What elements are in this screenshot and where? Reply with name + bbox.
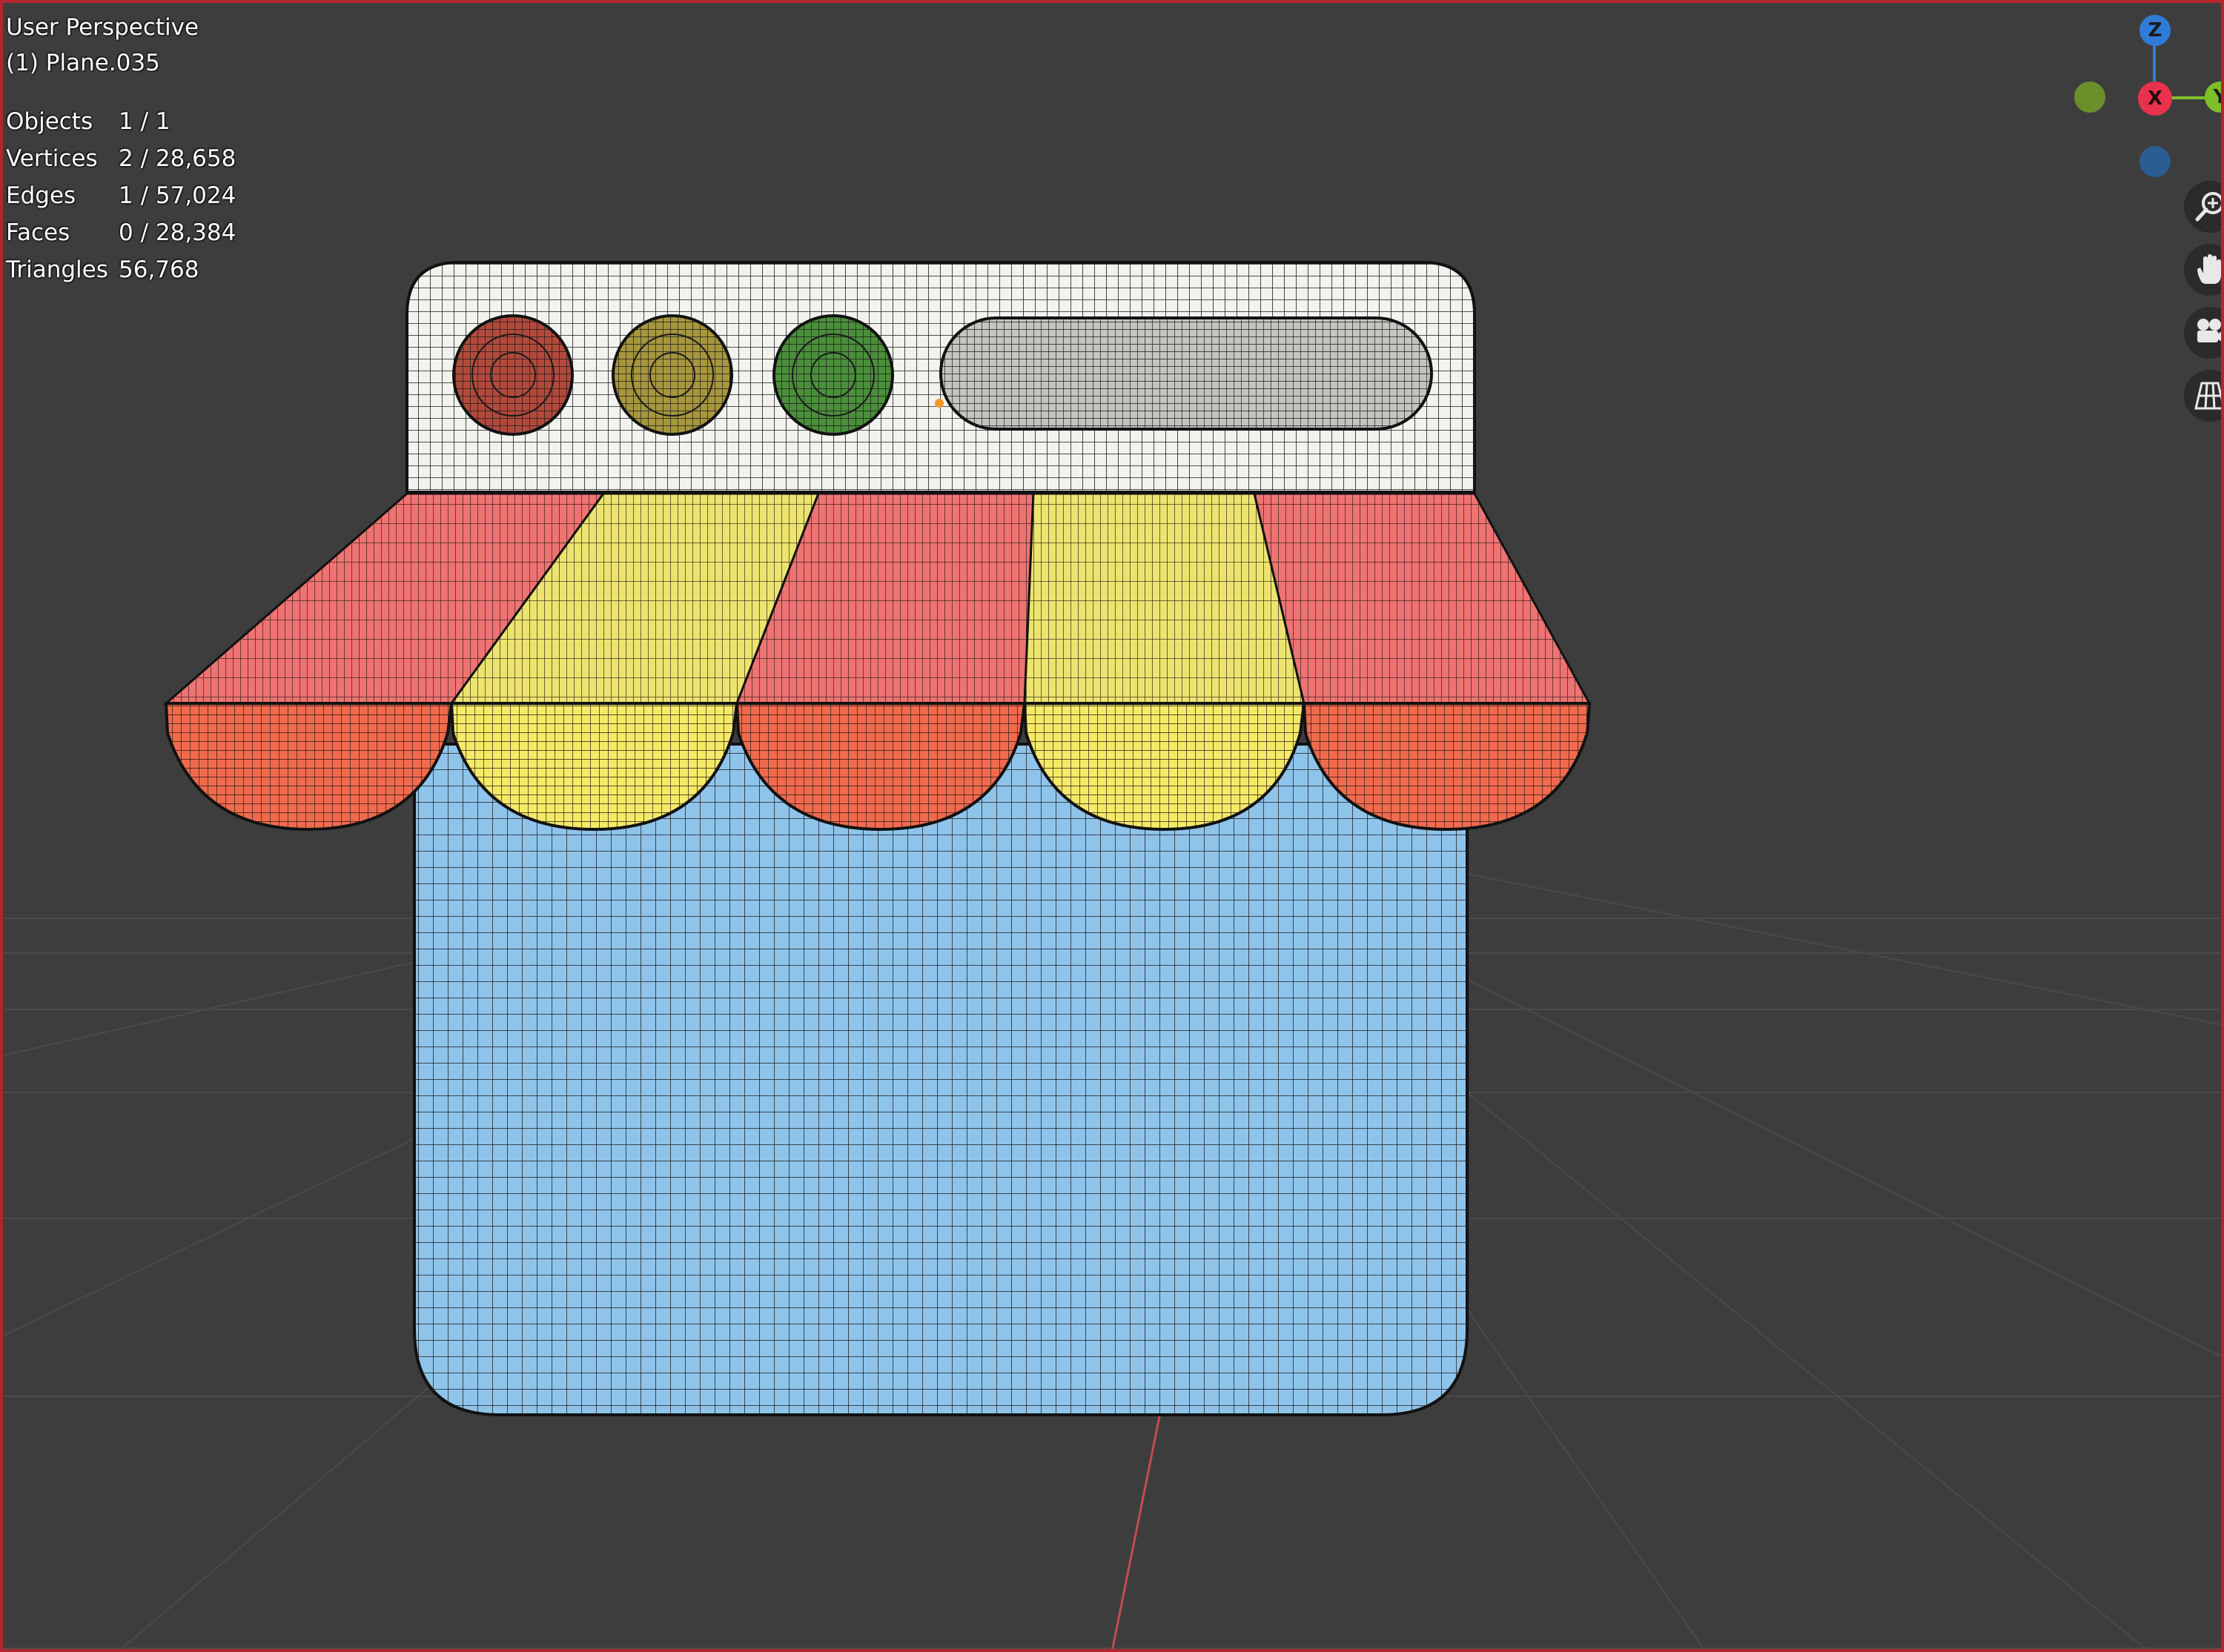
z-axis-ball[interactable]: Z bbox=[2139, 15, 2171, 46]
z-axis-label: Z bbox=[2148, 19, 2162, 42]
stat-label: Objects bbox=[6, 108, 93, 135]
stat-value: 0 / 28,384 bbox=[119, 219, 236, 246]
x-axis-label: X bbox=[2147, 87, 2163, 110]
hand-icon bbox=[2197, 254, 2221, 284]
x-axis-ball[interactable]: X bbox=[2138, 82, 2172, 116]
stat-row-triangles: Triangles 56,768 bbox=[6, 259, 302, 288]
grid-icon bbox=[2194, 382, 2221, 410]
stat-row-vertices: Vertices 2 / 28,658 bbox=[6, 147, 302, 177]
camera-icon bbox=[2197, 319, 2221, 342]
light-green-mesh[interactable] bbox=[772, 314, 894, 436]
stat-row-objects: Objects 1 / 1 bbox=[6, 110, 302, 140]
stat-row-faces: Faces 0 / 28,384 bbox=[6, 222, 302, 251]
light-yellow-mesh[interactable] bbox=[612, 314, 733, 436]
stat-label: Triangles bbox=[6, 256, 108, 283]
light-red-mesh[interactable] bbox=[452, 314, 574, 436]
stat-value: 1 / 1 bbox=[119, 108, 171, 135]
shop-body-mesh[interactable] bbox=[413, 743, 1469, 1416]
view-name: User Perspective bbox=[6, 14, 199, 41]
stat-value: 1 / 57,024 bbox=[119, 182, 236, 209]
sign-capsule-mesh[interactable] bbox=[939, 316, 1433, 431]
scene-canvas[interactable] bbox=[3, 3, 2224, 1652]
neg-y-axis-ball[interactable] bbox=[2074, 82, 2105, 113]
neg-z-axis-ball[interactable] bbox=[2139, 146, 2171, 177]
awning-scallops[interactable] bbox=[164, 702, 1592, 832]
navigation-gizmo[interactable]: Z X Y bbox=[2064, 10, 2221, 181]
y-axis-ball[interactable]: Y bbox=[2205, 82, 2221, 113]
stat-value: 56,768 bbox=[119, 256, 199, 283]
awning-top[interactable] bbox=[162, 492, 1592, 705]
stat-row-edges: Edges 1 / 57,024 bbox=[6, 185, 302, 214]
active-object-name: (1) Plane.035 bbox=[6, 50, 160, 76]
stat-label: Vertices bbox=[6, 145, 98, 172]
stat-label: Faces bbox=[6, 219, 70, 246]
stat-label: Edges bbox=[6, 182, 76, 209]
stat-value: 2 / 28,658 bbox=[119, 145, 236, 172]
3d-viewport[interactable]: User Perspective (1) Plane.035 Objects 1… bbox=[0, 0, 2224, 1652]
object-origin-dot bbox=[935, 399, 944, 408]
y-axis-label: Y bbox=[2214, 86, 2221, 108]
statistics-panel: Objects 1 / 1 Vertices 2 / 28,658 Edges … bbox=[6, 110, 302, 288]
magnifier-plus-icon bbox=[2195, 192, 2221, 222]
